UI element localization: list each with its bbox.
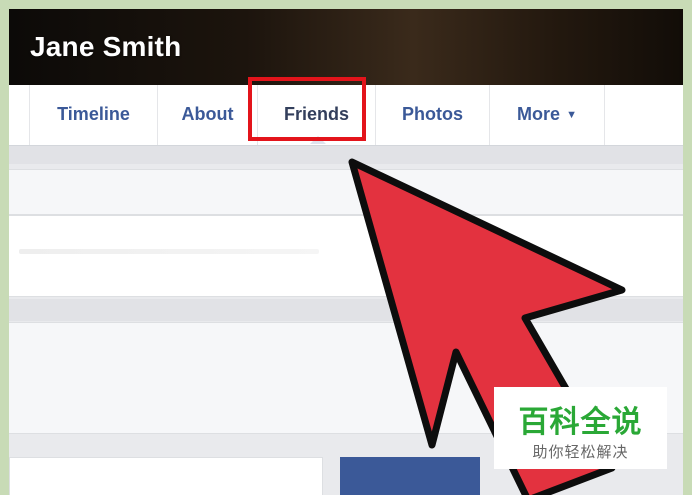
- content-card: [9, 457, 323, 495]
- profile-name[interactable]: Jane Smith: [30, 31, 181, 63]
- friend-photo-tile[interactable]: [340, 457, 480, 495]
- content-panel: [9, 169, 683, 215]
- tab-about[interactable]: About: [157, 85, 257, 145]
- friends-highlight-box: [248, 77, 366, 141]
- faded-text-line: [19, 249, 319, 254]
- watermark-badge: 百科全说 助你轻松解决: [494, 387, 667, 469]
- caret-down-icon: ▼: [566, 109, 577, 121]
- tab-more[interactable]: More ▼: [489, 85, 605, 145]
- tab-timeline[interactable]: Timeline: [29, 85, 157, 145]
- tab-timeline-label: Timeline: [57, 104, 130, 124]
- watermark-title: 百科全说: [518, 405, 643, 440]
- content-panel: [9, 215, 683, 297]
- tab-more-label: More: [517, 104, 561, 124]
- cover-photo: Jane Smith: [9, 9, 683, 85]
- tab-photos-label: Photos: [402, 104, 463, 124]
- watermark-subtitle: 助你轻松解决: [532, 443, 629, 461]
- section-divider: [9, 299, 683, 321]
- tab-about-label: About: [181, 104, 234, 124]
- tab-photos[interactable]: Photos: [375, 85, 489, 145]
- section-divider: [9, 146, 683, 164]
